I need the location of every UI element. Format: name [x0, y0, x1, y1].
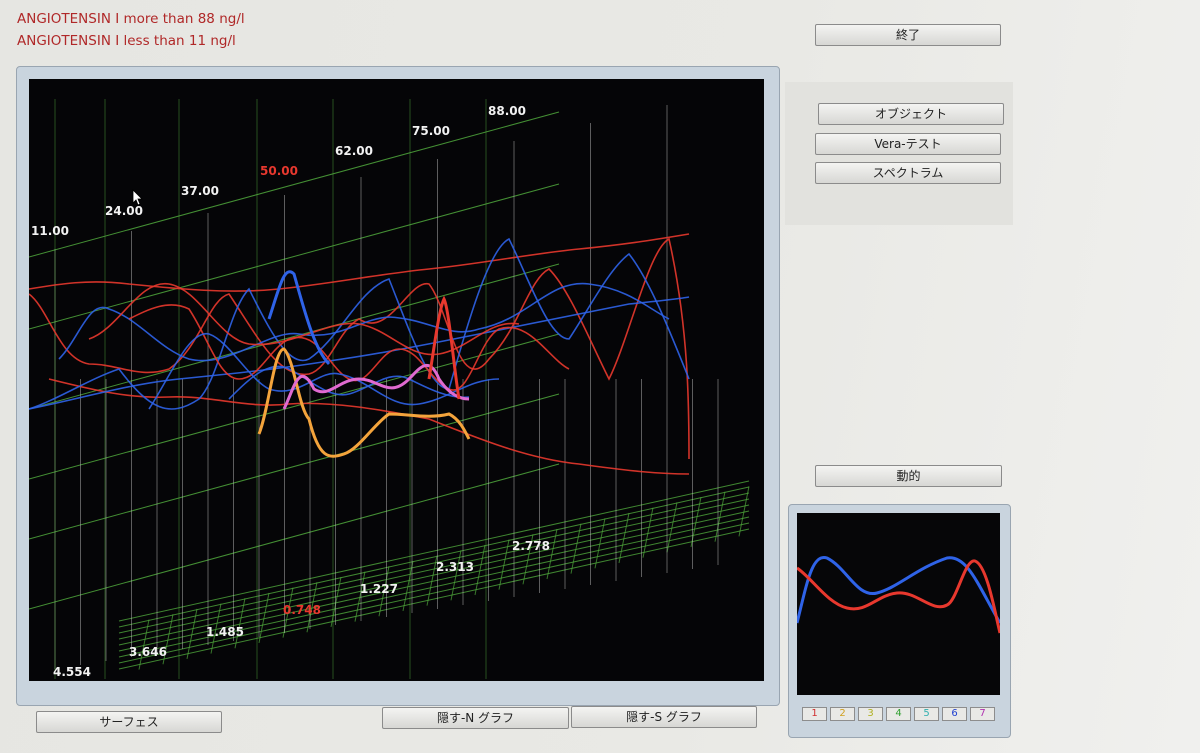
- series-line-red: [48, 378, 690, 475]
- object-button[interactable]: オブジェクト: [818, 103, 1004, 125]
- color-swatch-7[interactable]: 7: [970, 707, 995, 721]
- vera-test-button[interactable]: Vera-テスト: [815, 133, 1001, 155]
- top-axis-label: 24.00: [105, 204, 143, 218]
- bottom-axis-label: 2.778: [512, 539, 550, 553]
- color-swatch-bar: 1234567: [802, 707, 995, 721]
- grid-floor-line: [118, 486, 750, 628]
- series-line-blue: [58, 282, 670, 362]
- grid-floor-line: [118, 528, 750, 670]
- chart-series: [28, 233, 690, 475]
- color-swatch-5[interactable]: 5: [914, 707, 939, 721]
- hide-s-graph-button[interactable]: 隠す-S グラフ: [571, 706, 757, 728]
- top-axis-label: 11.00: [31, 224, 69, 238]
- mini-chart: [795, 556, 1002, 634]
- grid-floor-line: [118, 504, 750, 646]
- exit-button[interactable]: 終了: [815, 24, 1001, 46]
- spectral-3d-chart: 11.00 24.00 37.00 50.00 62.00 75.00 88.00 4.554…: [28, 99, 750, 679]
- color-swatch-6[interactable]: 6: [942, 707, 967, 721]
- hide-n-graph-button[interactable]: 隠す-N グラフ: [382, 707, 569, 729]
- color-swatch-3[interactable]: 3: [858, 707, 883, 721]
- mini-graph-panel: 1234567: [788, 504, 1011, 738]
- mini-graph-screen: [795, 513, 1002, 695]
- spectrum-button[interactable]: スペクトラム: [815, 162, 1001, 184]
- mouse-cursor-icon: [132, 189, 143, 206]
- color-swatch-4[interactable]: 4: [886, 707, 911, 721]
- main-graph-screen: 11.00 24.00 37.00 50.00 62.00 75.00 88.00 4.554…: [28, 79, 764, 681]
- top-axis-label: 37.00: [181, 184, 219, 198]
- bottom-axis-label: 1.485: [206, 625, 244, 639]
- grid-diagonal-line: [28, 463, 560, 610]
- bottom-axis-label: 3.646: [129, 645, 167, 659]
- bottom-axis-label: 2.313: [436, 560, 474, 574]
- bottom-axis-label: 4.554: [53, 665, 91, 679]
- main-graph-panel: 11.00 24.00 37.00 50.00 62.00 75.00 88.00 4.554…: [16, 66, 780, 706]
- color-swatch-1[interactable]: 1: [802, 707, 827, 721]
- grid-floor-line: [118, 492, 750, 634]
- series-line-pink: [282, 363, 470, 410]
- top-axis-label: 75.00: [412, 124, 450, 138]
- grid-floor-line: [118, 480, 750, 622]
- top-axis-label: 50.00: [260, 164, 298, 178]
- angiotensin-lower-text: ANGIOTENSIN I less than 11 ng/l: [17, 33, 236, 49]
- series-line-red: [28, 237, 690, 460]
- color-swatch-2[interactable]: 2: [830, 707, 855, 721]
- surface-button[interactable]: サーフェス: [36, 711, 222, 733]
- series-line-blue: [228, 365, 470, 400]
- grid-diagonal-line: [28, 393, 560, 540]
- angiotensin-upper-text: ANGIOTENSIN I more than 88 ng/l: [17, 11, 245, 27]
- series-line-blue-bold: [267, 270, 331, 366]
- grid-diagonal-line: [28, 111, 560, 258]
- series-line-red: [28, 233, 690, 292]
- mini-series-blue: [795, 556, 1002, 624]
- top-axis-label: 62.00: [335, 144, 373, 158]
- dynamic-button[interactable]: 動的: [815, 465, 1002, 487]
- top-axis-label: 88.00: [488, 104, 526, 118]
- series-line-blue: [28, 296, 690, 410]
- bottom-axis-label: 0.748: [283, 603, 321, 617]
- bottom-axis-label: 1.227: [360, 582, 398, 596]
